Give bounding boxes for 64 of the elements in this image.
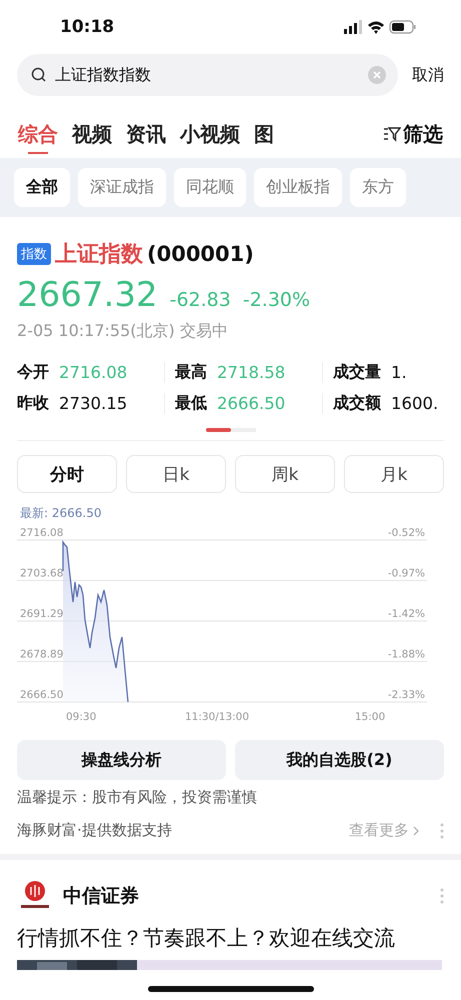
stat-label: 成交额 <box>333 393 381 414</box>
action-button[interactable]: 我的自选股(2) <box>235 740 444 780</box>
price: 2667.32 <box>17 275 158 315</box>
tab[interactable]: 图 <box>254 114 274 154</box>
axis-label: 11:30/13:00 <box>184 711 250 723</box>
stat-label: 昨收 <box>17 393 49 414</box>
change-percent: -2.30% <box>242 289 310 311</box>
axis-label: 2716.08 <box>20 527 64 539</box>
axis-label: -1.88% <box>388 648 425 660</box>
stat-value: 2718.58 <box>217 363 286 382</box>
axis-label: 09:30 <box>66 711 96 723</box>
search-field[interactable]: 上证指数指数 <box>53 64 362 86</box>
axis-label: 15:00 <box>354 711 386 723</box>
index-badge: 指数 <box>17 243 51 265</box>
axis-label: -0.97% <box>388 568 425 580</box>
price-change: -62.83 <box>170 289 231 311</box>
index-name: 上证指数 <box>55 241 143 269</box>
more-icon[interactable] <box>440 888 444 904</box>
axis-label: 2691.29 <box>20 608 64 620</box>
cancel-button[interactable]: 取消 <box>412 64 444 86</box>
risk-notice: 温馨提示：股市有风险，投资需谨慎 <box>16 787 258 807</box>
clock: 10:18 <box>60 17 114 37</box>
stat-value: 2716.08 <box>59 363 128 382</box>
search-icon <box>31 67 47 83</box>
timeframe-tab[interactable]: 周k <box>235 455 335 493</box>
axis-label: -1.42% <box>388 608 425 620</box>
timeframe-tab[interactable]: 月k <box>344 455 444 493</box>
timeframe-tab[interactable]: 分时 <box>17 455 117 493</box>
index-code: (000001) <box>147 242 254 266</box>
quote-time: 2-05 10:17:55(北京) 交易中 <box>17 321 229 342</box>
stat-label: 最高 <box>175 362 207 383</box>
filter-chip[interactable]: 同花顺 <box>174 168 246 207</box>
publisher-name: 中信证券 <box>63 884 140 909</box>
filter-chip[interactable]: 深证成指 <box>78 168 166 207</box>
action-button[interactable]: 操盘线分析 <box>17 740 226 780</box>
filter-chip[interactable]: 全部 <box>14 168 70 207</box>
stat-label: 今开 <box>17 362 49 383</box>
stat-value: 1. <box>391 363 407 382</box>
news-headline[interactable]: 行情抓不住？节奏跟不上？欢迎在线交流 <box>0 914 461 952</box>
stat-value: 2666.50 <box>217 394 286 413</box>
chevron-icon <box>413 826 420 836</box>
stat-value: 2730.15 <box>59 394 128 413</box>
timeframe-tab[interactable]: 日k <box>126 455 226 493</box>
stat-label: 最低 <box>175 393 207 414</box>
tab[interactable]: 综合 <box>18 114 58 154</box>
stat-label: 成交量 <box>333 362 381 383</box>
tab[interactable]: 资讯 <box>126 114 166 154</box>
stat-value: 1600. <box>391 394 438 413</box>
filter-icon <box>383 126 401 142</box>
axis-label: 2678.89 <box>20 648 64 660</box>
status-icons-drawing <box>344 19 416 35</box>
tab[interactable]: 视频 <box>72 114 112 154</box>
axis-label: -2.33% <box>388 689 425 701</box>
axis-label: 2703.68 <box>20 568 64 580</box>
more-icon[interactable] <box>440 822 444 838</box>
search-bar[interactable]: 上证指数指数 <box>17 54 398 96</box>
axis-label: -0.52% <box>388 527 425 539</box>
filter-chip[interactable]: 东方 <box>350 168 406 207</box>
filter-chip[interactable]: 创业板指 <box>254 168 342 207</box>
tab[interactable]: 小视频 <box>180 114 240 154</box>
axis-label: 2666.50 <box>20 689 64 701</box>
clear-icon[interactable] <box>368 66 386 84</box>
data-source: 海豚财富·提供数据支持 <box>17 821 173 840</box>
latest-price: 最新: 2666.50 <box>19 505 102 522</box>
